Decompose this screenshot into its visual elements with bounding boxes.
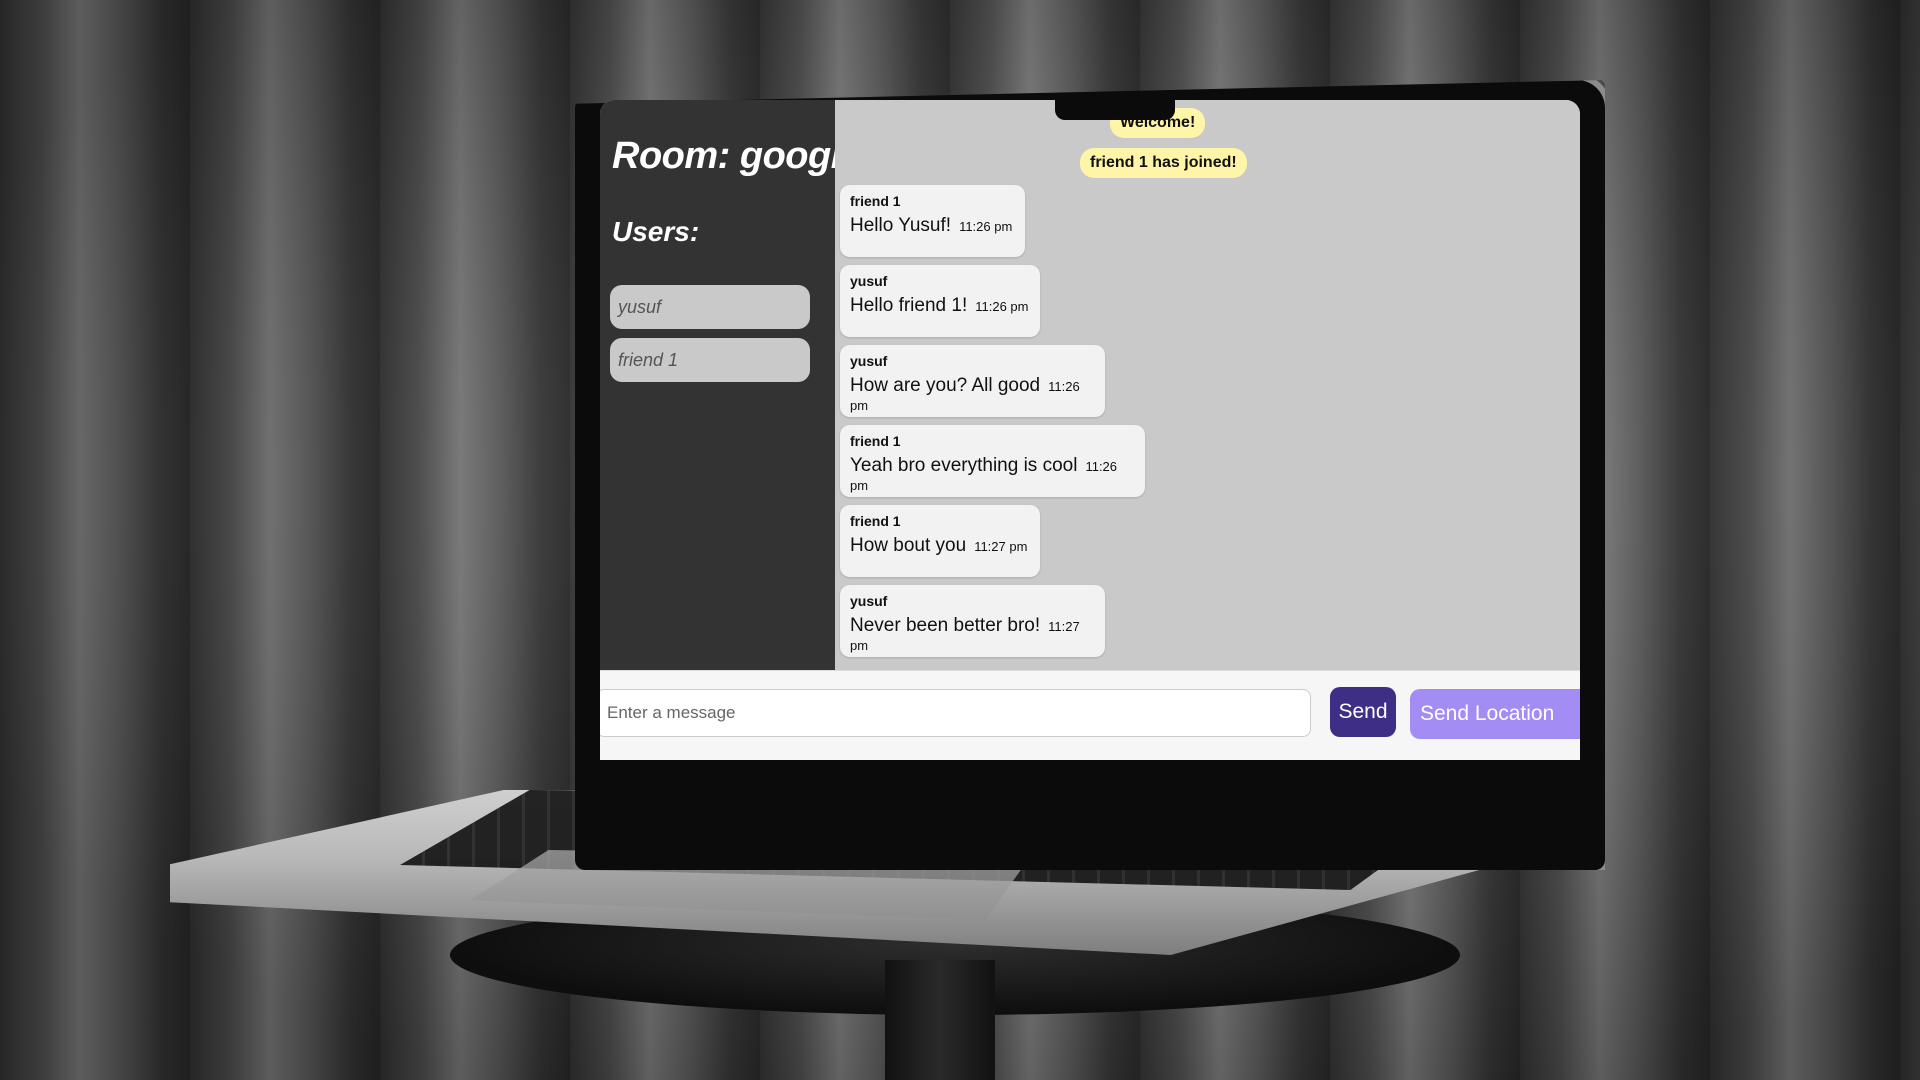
message-text: How bout you [850, 535, 967, 556]
camera-notch [1055, 100, 1175, 120]
chat-messages: Welcome! friend 1 has joined! friend 1 H… [835, 100, 1580, 670]
message-bubble: yusuf How are you? All good 11:26 pm [840, 345, 1105, 417]
message-input[interactable] [600, 689, 1311, 737]
message-composer: Send Send Location [600, 670, 1580, 760]
room-title: Room: google [612, 135, 862, 177]
message-author: friend 1 [850, 193, 901, 209]
message-time: 11:26 pm [959, 219, 1013, 234]
message-author: yusuf [850, 593, 888, 609]
message-text: Never been better bro! [850, 615, 1041, 636]
message-text: Hello friend 1! [850, 295, 968, 316]
message-author: friend 1 [850, 433, 901, 449]
message-bubble: friend 1 How bout you 11:27 pm [840, 505, 1040, 577]
message-time: 11:27 pm [974, 539, 1028, 554]
users-heading: Users: [612, 216, 700, 247]
sidebar: Room: google Users: yusuf friend 1 [600, 100, 862, 670]
message-text: Hello Yusuf! [850, 215, 952, 236]
send-button[interactable]: Send [1330, 687, 1396, 737]
message-time: 11:26 pm [975, 299, 1029, 314]
message-bubble: friend 1 Hello Yusuf! 11:26 pm [840, 185, 1025, 257]
message-bubble: yusuf Never been better bro! 11:27 pm [840, 585, 1105, 657]
send-location-button[interactable]: Send Location [1410, 689, 1580, 739]
message-author: friend 1 [850, 513, 901, 529]
user-list-item[interactable]: yusuf [610, 285, 810, 329]
message-bubble: yusuf Hello friend 1! 11:26 pm [840, 265, 1040, 337]
stand-pole [885, 960, 995, 1080]
system-message: friend 1 has joined! [1080, 148, 1247, 178]
laptop-screen: Room: google Users: yusuf friend 1 Welco… [600, 100, 1580, 760]
user-list-item[interactable]: friend 1 [610, 338, 810, 382]
message-author: yusuf [850, 353, 888, 369]
message-text: How are you? All good [850, 375, 1041, 396]
message-author: yusuf [850, 273, 888, 289]
message-bubble: friend 1 Yeah bro everything is cool 11:2… [840, 425, 1145, 497]
message-text: Yeah bro everything is cool [850, 455, 1078, 476]
